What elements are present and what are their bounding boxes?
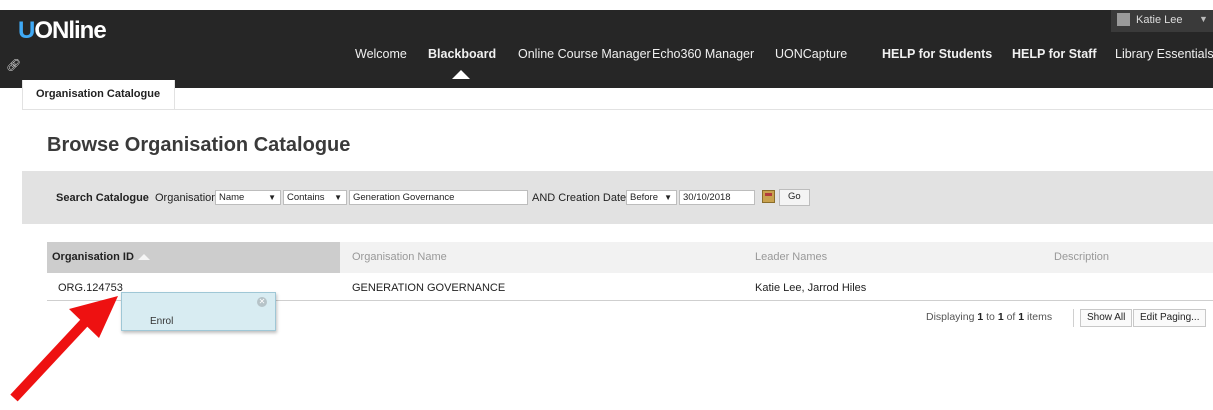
annotation-arrow	[10, 296, 118, 402]
arrow-shaft	[10, 319, 88, 402]
